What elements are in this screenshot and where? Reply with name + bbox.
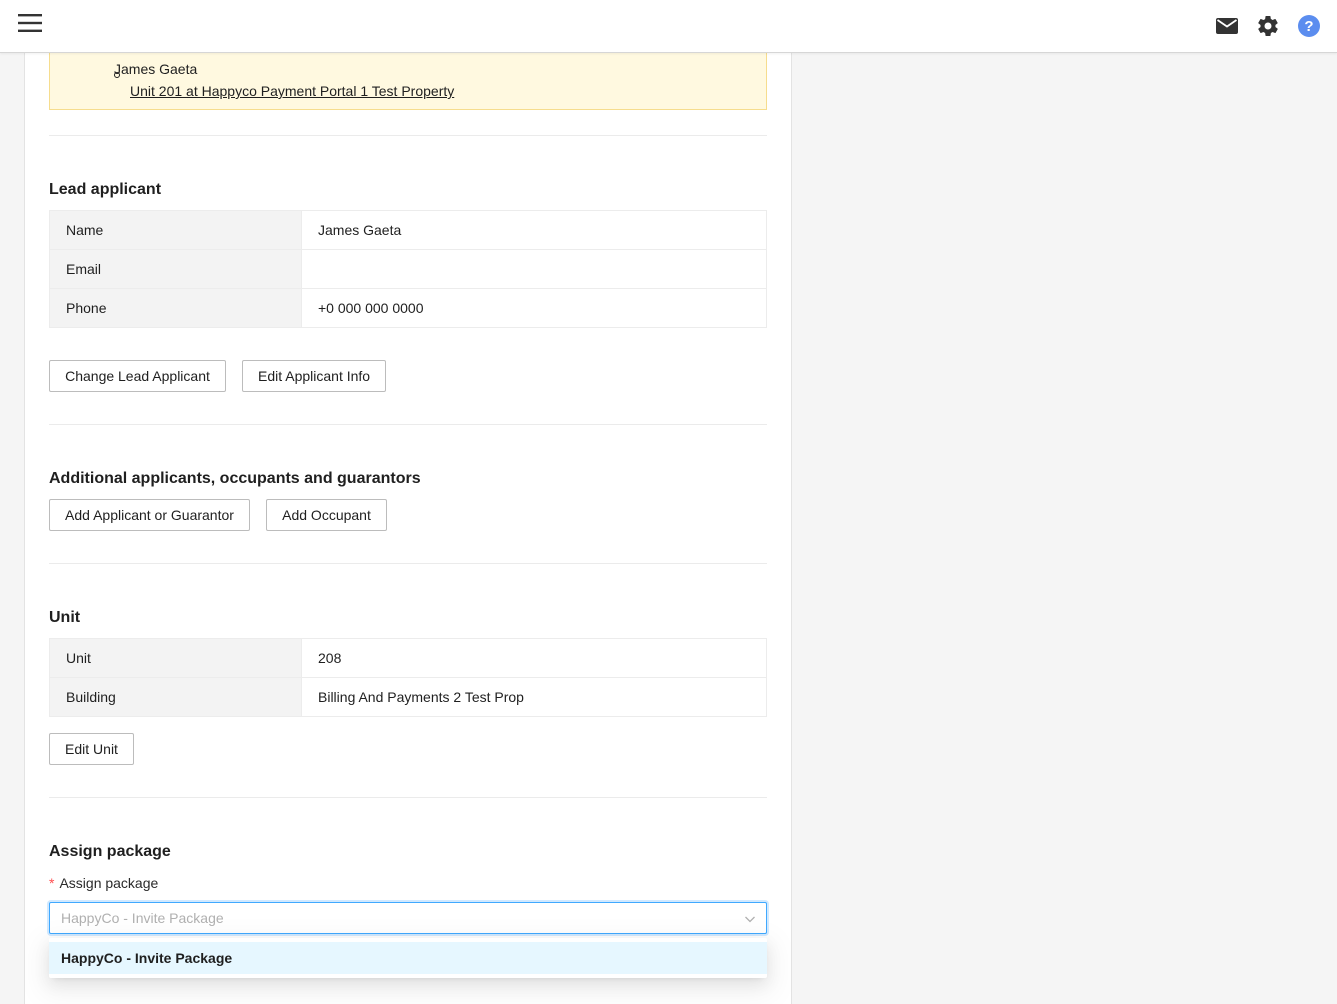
unit-value: 208 <box>301 638 767 678</box>
help-icon[interactable]: ? <box>1297 14 1321 38</box>
edit-unit-button[interactable]: Edit Unit <box>49 733 134 765</box>
table-row: Unit 208 <box>49 638 767 678</box>
table-row: Email <box>49 249 767 289</box>
divider <box>49 424 767 425</box>
divider <box>49 563 767 564</box>
additional-applicants-title: Additional applicants, occupants and gua… <box>49 470 421 487</box>
add-applicant-button[interactable]: Add Applicant or Guarantor <box>49 499 250 531</box>
table-row: Building Billing And Payments 2 Test Pro… <box>49 677 767 717</box>
email-key: Email <box>49 249 302 289</box>
top-bar: ? <box>0 0 1337 53</box>
notice-resident-name: James Gaeta <box>114 61 198 77</box>
dropdown-option[interactable]: HappyCo - Invite Package <box>49 942 767 974</box>
assign-package-label: * Assign package <box>49 875 158 891</box>
building-value: Billing And Payments 2 Test Prop <box>301 677 767 717</box>
assign-package-select[interactable]: HappyCo - Invite Package <box>49 902 767 934</box>
required-mark: * <box>49 875 55 891</box>
change-lead-applicant-button[interactable]: Change Lead Applicant <box>49 360 226 392</box>
table-row: Phone +0 000 000 0000 <box>49 288 767 328</box>
svg-text:?: ? <box>1304 18 1313 35</box>
divider <box>49 135 767 136</box>
gear-icon[interactable] <box>1256 14 1280 38</box>
table-row: Name James Gaeta <box>49 210 767 250</box>
lead-applicant-title: Lead applicant <box>49 181 162 198</box>
unit-key: Unit <box>49 638 302 678</box>
name-value: James Gaeta <box>301 210 767 250</box>
edit-applicant-info-button[interactable]: Edit Applicant Info <box>242 360 386 392</box>
phone-value: +0 000 000 0000 <box>301 288 767 328</box>
main-panel: James Gaeta Unit 201 at Happyco Payment … <box>24 53 792 1004</box>
divider <box>49 797 767 798</box>
assign-package-dropdown: HappyCo - Invite Package <box>49 938 767 978</box>
unit-table: Unit 208 Building Billing And Payments 2… <box>49 638 767 717</box>
building-key: Building <box>49 677 302 717</box>
select-placeholder: HappyCo - Invite Package <box>61 910 224 926</box>
assign-package-label-text: Assign package <box>59 875 159 891</box>
existing-lease-notice: James Gaeta Unit 201 at Happyco Payment … <box>49 53 767 110</box>
lead-applicant-table: Name James Gaeta Email Phone +0 000 000 … <box>49 210 767 328</box>
email-value <box>301 249 767 289</box>
chevron-down-icon <box>745 916 755 923</box>
unit-title: Unit <box>49 609 81 626</box>
notice-unit-link[interactable]: Unit 201 at Happyco Payment Portal 1 Tes… <box>130 83 454 99</box>
phone-key: Phone <box>49 288 302 328</box>
notice-bullet <box>114 72 120 78</box>
hamburger-menu-icon[interactable] <box>18 13 42 33</box>
add-occupant-button[interactable]: Add Occupant <box>266 499 387 531</box>
assign-package-title: Assign package <box>49 843 171 860</box>
mail-icon[interactable] <box>1215 14 1239 38</box>
name-key: Name <box>49 210 302 250</box>
